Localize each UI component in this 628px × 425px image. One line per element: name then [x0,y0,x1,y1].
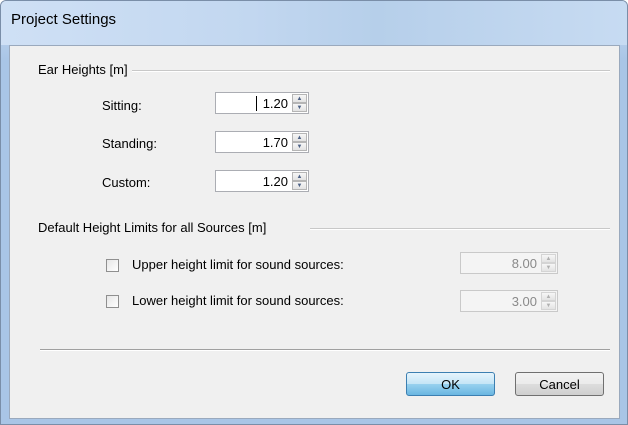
project-settings-dialog: Project Settings Ear Heights [m] Sitting… [0,0,628,425]
spin-buttons: ▲ ▼ [292,133,307,151]
button-separator [40,349,610,351]
spin-up-icon[interactable]: ▲ [541,292,556,301]
spin-up-icon[interactable]: ▲ [292,94,307,103]
spin-up-icon[interactable]: ▲ [541,254,556,263]
standing-height-value: 1.70 [262,135,288,150]
spin-down-icon[interactable]: ▼ [292,103,307,112]
spin-buttons: ▲ ▼ [541,292,556,310]
title-bar[interactable]: Project Settings [1,1,627,45]
dialog-body: Ear Heights [m] Sitting: 1.20 ▲ ▼ Standi… [9,45,620,419]
text-caret [256,96,257,111]
height-limits-group-line [310,228,610,230]
spin-buttons: ▲ ▼ [541,254,556,272]
spin-buttons: ▲ ▼ [292,172,307,190]
lower-limit-value: 3.00 [511,294,537,309]
ear-heights-group-title: Ear Heights [m] [38,62,132,77]
spin-down-icon[interactable]: ▼ [292,181,307,190]
sitting-height-spinbox[interactable]: 1.20 ▲ ▼ [215,92,309,114]
window-title: Project Settings [11,11,117,28]
upper-limit-checkbox[interactable] [106,259,119,272]
sitting-label: Sitting: [102,98,142,113]
spin-buttons: ▲ ▼ [292,94,307,112]
spin-down-icon[interactable]: ▼ [292,142,307,151]
spin-up-icon[interactable]: ▲ [292,133,307,142]
custom-height-value: 1.20 [262,174,288,189]
lower-limit-checkbox[interactable] [106,295,119,308]
height-limits-group-title: Default Height Limits for all Sources [m… [38,220,271,235]
spin-down-icon[interactable]: ▼ [541,263,556,272]
cancel-button[interactable]: Cancel [515,372,604,396]
ear-heights-group-line [120,70,610,72]
upper-limit-value: 8.00 [511,256,537,271]
lower-limit-spinbox[interactable]: 3.00 ▲ ▼ [460,290,558,312]
ok-button[interactable]: OK [406,372,495,396]
standing-label: Standing: [102,136,157,151]
spin-down-icon[interactable]: ▼ [541,301,556,310]
sitting-height-value: 1.20 [262,96,288,111]
spin-up-icon[interactable]: ▲ [292,172,307,181]
upper-limit-spinbox[interactable]: 8.00 ▲ ▼ [460,252,558,274]
custom-label: Custom: [102,175,151,190]
lower-limit-label[interactable]: Lower height limit for sound sources: [132,293,344,308]
custom-height-spinbox[interactable]: 1.20 ▲ ▼ [215,170,309,192]
upper-limit-label[interactable]: Upper height limit for sound sources: [132,257,344,272]
standing-height-spinbox[interactable]: 1.70 ▲ ▼ [215,131,309,153]
